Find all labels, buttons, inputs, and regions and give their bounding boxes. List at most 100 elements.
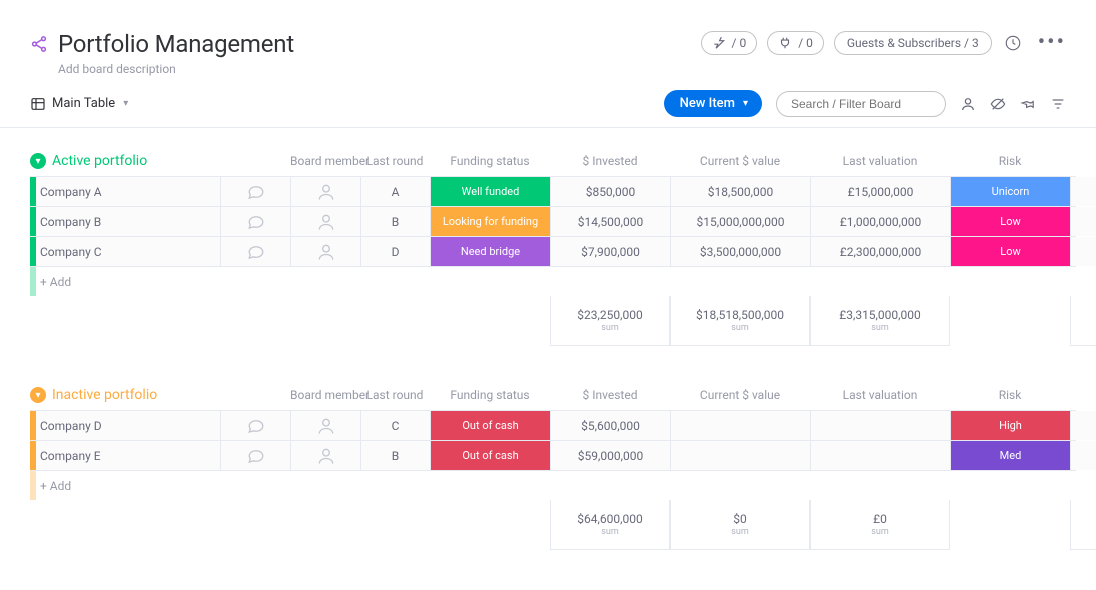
current-value-cell[interactable]: $18,500,000	[670, 177, 810, 206]
item-name[interactable]: Company B	[30, 207, 220, 236]
chevron-down-icon[interactable]: ▾	[30, 387, 46, 403]
last-valuation-cell[interactable]	[810, 411, 950, 440]
satisfaction-sum: 4 / 5	[1070, 296, 1096, 346]
last-round-cell[interactable]: B	[360, 441, 430, 470]
funding-status-cell[interactable]: Out of cash	[430, 411, 550, 440]
last-valuation-cell[interactable]: £15,000,000	[810, 177, 950, 206]
invested-cell[interactable]: $59,000,000	[550, 441, 670, 470]
current-value-cell[interactable]	[670, 411, 810, 440]
hide-icon[interactable]	[990, 96, 1006, 112]
new-item-button[interactable]: New Item ▾	[664, 90, 762, 117]
board-member-cell[interactable]	[290, 237, 360, 266]
conversation-icon[interactable]	[220, 207, 290, 236]
column-header[interactable]: Funding status	[430, 388, 550, 402]
table-row[interactable]: Company C DNeed bridge$7,900,000$3,500,00…	[30, 236, 1076, 266]
sum-cell: $0sum	[670, 500, 810, 550]
view-selector[interactable]: Main Table ▾	[30, 96, 128, 112]
column-header[interactable]: Last round	[360, 388, 430, 402]
table-row[interactable]: Company A AWell funded$850,000$18,500,000…	[30, 176, 1076, 206]
column-header[interactable]: Satisfaction	[1070, 388, 1096, 402]
conversation-icon[interactable]	[220, 237, 290, 266]
activity-icon[interactable]	[1002, 32, 1024, 54]
current-value-cell[interactable]: $3,500,000,000	[670, 237, 810, 266]
chevron-down-icon[interactable]: ▾	[30, 153, 46, 169]
satisfaction-cell[interactable]: ❤❤❤❤❤	[1070, 411, 1096, 440]
satisfaction-sum: 0 / 5	[1070, 500, 1096, 550]
invested-cell[interactable]: $5,600,000	[550, 411, 670, 440]
pin-icon[interactable]	[1020, 96, 1036, 112]
last-valuation-cell[interactable]	[810, 441, 950, 470]
column-header[interactable]: $ Invested	[550, 388, 670, 402]
conversation-icon[interactable]	[220, 177, 290, 206]
person-filter-icon[interactable]	[960, 96, 976, 112]
last-round-cell[interactable]: D	[360, 237, 430, 266]
column-header[interactable]: Current $ value	[670, 154, 810, 168]
sum-cell: £3,315,000,000sum	[810, 296, 950, 346]
last-round-cell[interactable]: A	[360, 177, 430, 206]
integrations-pill[interactable]: / 0	[767, 31, 824, 55]
board-member-cell[interactable]	[290, 177, 360, 206]
risk-cell[interactable]: Low	[950, 207, 1070, 236]
more-menu[interactable]: •••	[1034, 30, 1066, 55]
chevron-down-icon: ▾	[123, 98, 128, 109]
satisfaction-cell[interactable]: ❤❤❤❤❤	[1070, 441, 1096, 470]
board-member-cell[interactable]	[290, 441, 360, 470]
sum-cell: $64,600,000sum	[550, 500, 670, 550]
funding-status-cell[interactable]: Looking for funding	[430, 207, 550, 236]
last-valuation-cell[interactable]: £1,000,000,000	[810, 207, 950, 236]
search-input[interactable]	[776, 91, 946, 117]
column-header[interactable]: Board member	[290, 388, 360, 402]
current-value-cell[interactable]: $15,000,000,000	[670, 207, 810, 236]
conversation-icon[interactable]	[220, 441, 290, 470]
satisfaction-cell[interactable]: ❤❤❤❤❤	[1070, 207, 1096, 236]
sum-cell: £0sum	[810, 500, 950, 550]
funding-status-cell[interactable]: Well funded	[430, 177, 550, 206]
column-header[interactable]: Risk	[950, 154, 1070, 168]
board-description[interactable]: Add board description	[58, 62, 701, 76]
column-header[interactable]: Last valuation	[810, 154, 950, 168]
item-name[interactable]: Company C	[30, 237, 220, 266]
column-header[interactable]: $ Invested	[550, 154, 670, 168]
chevron-down-icon[interactable]: ▾	[743, 98, 748, 109]
invested-cell[interactable]: $14,500,000	[550, 207, 670, 236]
table-row[interactable]: Company B BLooking for funding$14,500,000…	[30, 206, 1076, 236]
guests-pill[interactable]: Guests & Subscribers / 3	[834, 31, 992, 55]
item-name[interactable]: Company A	[30, 177, 220, 206]
column-header[interactable]: Last valuation	[810, 388, 950, 402]
last-round-cell[interactable]: C	[360, 411, 430, 440]
risk-cell[interactable]: Unicorn	[950, 177, 1070, 206]
column-header[interactable]: Risk	[950, 388, 1070, 402]
risk-cell[interactable]: High	[950, 411, 1070, 440]
item-name[interactable]: Company D	[30, 411, 220, 440]
add-item-button[interactable]: + Add	[30, 267, 220, 296]
group-title[interactable]: ▾Active portfolio	[30, 153, 220, 169]
table-row[interactable]: Company EBOut of cash$59,000,000Med❤❤❤❤❤	[30, 440, 1076, 470]
current-value-cell[interactable]	[670, 441, 810, 470]
automations-pill[interactable]: / 0	[701, 31, 758, 55]
funding-status-cell[interactable]: Need bridge	[430, 237, 550, 266]
add-item-button[interactable]: + Add	[30, 471, 220, 500]
funding-status-cell[interactable]: Out of cash	[430, 441, 550, 470]
column-header[interactable]: Current $ value	[670, 388, 810, 402]
risk-cell[interactable]: Med	[950, 441, 1070, 470]
board-member-cell[interactable]	[290, 207, 360, 236]
column-header[interactable]: Last round	[360, 154, 430, 168]
column-header[interactable]: Satisfaction	[1070, 154, 1096, 168]
invested-cell[interactable]: $850,000	[550, 177, 670, 206]
satisfaction-cell[interactable]: ❤❤❤❤❤	[1070, 237, 1096, 266]
risk-cell[interactable]: Low	[950, 237, 1070, 266]
last-valuation-cell[interactable]: £2,300,000,000	[810, 237, 950, 266]
item-name[interactable]: Company E	[30, 441, 220, 470]
satisfaction-cell[interactable]: ❤❤❤❤❤	[1070, 177, 1096, 206]
column-header[interactable]: Funding status	[430, 154, 550, 168]
group-title[interactable]: ▾Inactive portfolio	[30, 387, 220, 403]
board-title[interactable]: Portfolio Management	[58, 30, 294, 58]
column-header[interactable]: Board member	[290, 154, 360, 168]
invested-cell[interactable]: $7,900,000	[550, 237, 670, 266]
table-row[interactable]: Company DCOut of cash$5,600,000High❤❤❤❤❤	[30, 410, 1076, 440]
filter-icon[interactable]	[1050, 96, 1066, 112]
conversation-icon[interactable]	[220, 411, 290, 440]
board-member-cell[interactable]	[290, 411, 360, 440]
last-round-cell[interactable]: B	[360, 207, 430, 236]
share-icon	[30, 35, 48, 53]
